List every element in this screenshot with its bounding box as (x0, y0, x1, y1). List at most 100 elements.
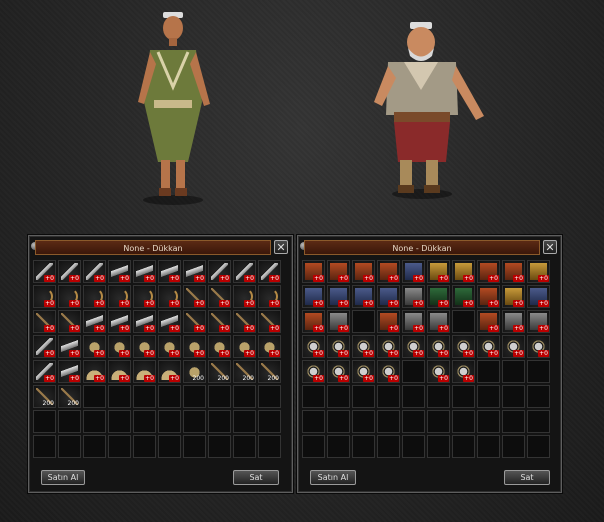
shop-slot[interactable]: +0 (183, 310, 206, 333)
shop-slot[interactable] (527, 385, 550, 408)
shop-slot[interactable]: +0 (527, 335, 550, 358)
shop-slot[interactable]: +0 (327, 360, 350, 383)
shop-slot[interactable]: +0 (452, 335, 475, 358)
shop-slot[interactable]: +0 (377, 260, 400, 283)
shop-slot[interactable]: +0 (352, 360, 375, 383)
shop-slot[interactable]: +0 (302, 360, 325, 383)
shop-slot[interactable]: +0 (302, 260, 325, 283)
shop-slot[interactable]: +0 (108, 285, 131, 308)
shop-slot[interactable] (427, 435, 450, 458)
shop-slot[interactable] (352, 385, 375, 408)
shop-slot[interactable]: +0 (377, 285, 400, 308)
shop-slot[interactable]: +0 (208, 335, 231, 358)
shop-slot[interactable]: +0 (108, 310, 131, 333)
shop-slot[interactable]: +0 (477, 285, 500, 308)
shop-slot[interactable]: +0 (233, 260, 256, 283)
shop-slot[interactable]: +0 (402, 260, 425, 283)
shop-slot[interactable] (58, 435, 81, 458)
shop-slot[interactable]: +0 (502, 260, 525, 283)
shop-slot[interactable]: +0 (258, 285, 281, 308)
shop-slot[interactable]: +0 (58, 260, 81, 283)
shop-slot[interactable]: +0 (452, 260, 475, 283)
shop-slot[interactable]: +0 (58, 285, 81, 308)
shop-slot[interactable] (527, 410, 550, 433)
npc-armor-merchant[interactable] (370, 20, 490, 200)
shop-slot[interactable]: +0 (33, 335, 56, 358)
shop-slot[interactable] (502, 385, 525, 408)
shop-slot[interactable]: +0 (427, 335, 450, 358)
shop-slot[interactable]: +0 (427, 260, 450, 283)
shop-title-left[interactable]: None - Dükkan (35, 240, 271, 255)
shop-slot[interactable]: +0 (477, 335, 500, 358)
shop-slot[interactable] (477, 410, 500, 433)
shop-slot[interactable]: +0 (402, 310, 425, 333)
shop-slot[interactable]: +0 (158, 285, 181, 308)
shop-slot[interactable]: 200 (208, 360, 231, 383)
shop-slot[interactable] (452, 435, 475, 458)
shop-slot[interactable]: +0 (133, 360, 156, 383)
shop-slot[interactable] (208, 385, 231, 408)
shop-slot[interactable] (83, 435, 106, 458)
shop-slot[interactable] (83, 410, 106, 433)
shop-slot[interactable]: +0 (233, 310, 256, 333)
shop-slot[interactable]: +0 (527, 310, 550, 333)
shop-title-right[interactable]: None - Dükkan (304, 240, 540, 255)
shop-slot[interactable]: +0 (302, 335, 325, 358)
shop-slot[interactable] (452, 410, 475, 433)
shop-slot[interactable]: +0 (208, 260, 231, 283)
shop-slot[interactable] (233, 435, 256, 458)
shop-slot[interactable] (352, 310, 375, 333)
shop-slot[interactable]: +0 (527, 260, 550, 283)
shop-slot[interactable]: +0 (33, 285, 56, 308)
shop-slot[interactable]: +0 (83, 285, 106, 308)
shop-slot[interactable]: +0 (427, 285, 450, 308)
shop-slot[interactable]: +0 (183, 335, 206, 358)
shop-slot[interactable]: +0 (452, 360, 475, 383)
shop-slot[interactable] (427, 385, 450, 408)
shop-slot[interactable] (352, 435, 375, 458)
shop-slot[interactable] (327, 410, 350, 433)
shop-slot[interactable] (402, 435, 425, 458)
shop-slot[interactable] (158, 435, 181, 458)
shop-slot[interactable]: +0 (327, 285, 350, 308)
shop-slot[interactable] (233, 385, 256, 408)
shop-slot[interactable] (402, 385, 425, 408)
shop-slot[interactable]: +0 (502, 285, 525, 308)
shop-slot[interactable]: +0 (33, 310, 56, 333)
shop-slot[interactable] (108, 385, 131, 408)
shop-slot[interactable] (133, 385, 156, 408)
shop-slot[interactable] (402, 360, 425, 383)
shop-slot[interactable] (183, 385, 206, 408)
shop-slot[interactable]: +0 (477, 310, 500, 333)
shop-slot[interactable]: +0 (58, 335, 81, 358)
shop-slot[interactable]: +0 (327, 260, 350, 283)
shop-slot[interactable]: +0 (158, 310, 181, 333)
shop-slot[interactable] (402, 410, 425, 433)
shop-slot[interactable] (377, 435, 400, 458)
shop-slot[interactable]: 200 (258, 360, 281, 383)
shop-slot[interactable]: +0 (233, 285, 256, 308)
shop-slot[interactable] (502, 435, 525, 458)
shop-slot[interactable] (208, 410, 231, 433)
shop-slot[interactable]: +0 (352, 285, 375, 308)
shop-slot[interactable]: +0 (302, 285, 325, 308)
shop-slot[interactable]: +0 (502, 335, 525, 358)
shop-slot[interactable] (183, 435, 206, 458)
shop-slot[interactable] (427, 410, 450, 433)
shop-slot[interactable] (183, 410, 206, 433)
shop-slot[interactable] (258, 435, 281, 458)
shop-slot[interactable]: +0 (133, 310, 156, 333)
shop-slot[interactable]: +0 (258, 260, 281, 283)
shop-slot[interactable] (133, 410, 156, 433)
shop-slot[interactable]: +0 (352, 335, 375, 358)
shop-slot[interactable] (327, 435, 350, 458)
shop-slot[interactable]: +0 (527, 285, 550, 308)
shop-slot[interactable] (477, 435, 500, 458)
shop-slot[interactable] (527, 435, 550, 458)
shop-slot[interactable] (158, 385, 181, 408)
shop-slot[interactable] (377, 385, 400, 408)
buy-button-left[interactable]: Satın Al (41, 470, 85, 485)
shop-slot[interactable] (302, 385, 325, 408)
shop-slot[interactable] (352, 410, 375, 433)
shop-slot[interactable]: +0 (83, 260, 106, 283)
